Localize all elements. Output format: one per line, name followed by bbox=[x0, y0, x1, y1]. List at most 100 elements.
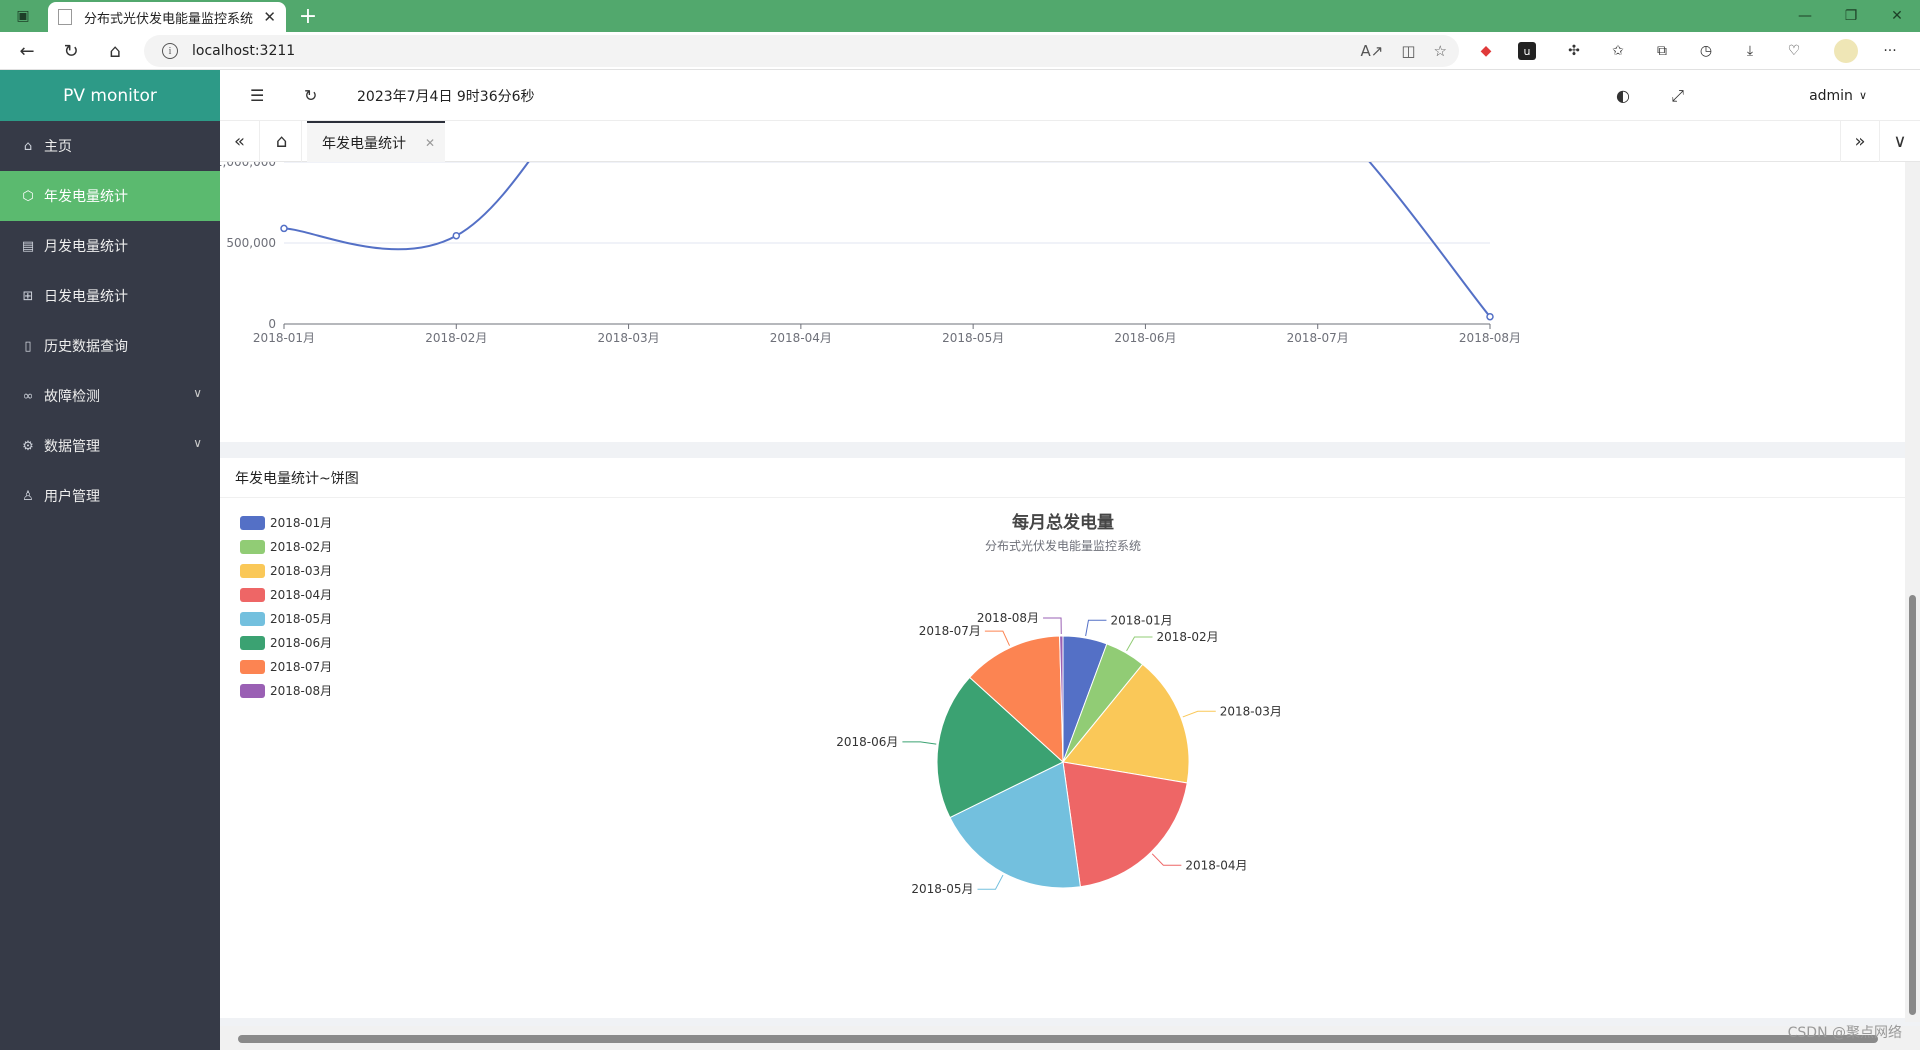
scroll-right-icon[interactable]: » bbox=[1840, 121, 1880, 162]
browser-tab-title: 分布式光伏发电能量监控系统 bbox=[84, 11, 254, 27]
pie-title: 每月总发电量 bbox=[1012, 512, 1114, 533]
pie-chart-card: 年发电量统计~饼图 2018-01月 2018-02月 2018-03月 2018-0… bbox=[220, 458, 1905, 1018]
favorites-icon[interactable]: ✩ bbox=[1606, 39, 1630, 63]
tag-active-label: 年发电量统计 bbox=[322, 135, 406, 152]
scroll-left-icon[interactable]: « bbox=[220, 121, 260, 162]
browser-tabstrip: ▣ 分布式光伏发电能量监控系统 ✕ + — ❐ ✕ bbox=[0, 0, 1920, 32]
home-tag-icon[interactable]: ⌂ bbox=[262, 121, 302, 162]
slice-label: 2018-05月 bbox=[911, 882, 973, 896]
legend-label: 2018-08月 bbox=[270, 684, 332, 698]
theme-palette-icon[interactable]: ◐ bbox=[1616, 70, 1630, 121]
browser-toolbar: ← ↻ ⌂ i localhost:3211 A↗ ◫ ☆ ◆ u ✣ ✩ ⧉ … bbox=[0, 32, 1920, 70]
vertical-scrollbar[interactable] bbox=[1905, 162, 1920, 1022]
extensions-puzzle-icon[interactable]: ✣ bbox=[1562, 39, 1586, 63]
sidebar-item-0[interactable]: ⌂ 主页 bbox=[0, 121, 220, 171]
sidebar-item-label: 月发电量统计 bbox=[44, 239, 128, 255]
chevron-down-icon: ∨ bbox=[193, 386, 202, 400]
grid-plus-icon: ⊞ bbox=[22, 288, 34, 304]
close-tab-icon[interactable]: ✕ bbox=[263, 8, 276, 26]
label-leader bbox=[977, 874, 1004, 890]
link-icon: ∞ bbox=[22, 388, 34, 404]
slice-label: 2018-06月 bbox=[836, 735, 898, 749]
sidebar-item-6[interactable]: ⚙ 数据管理 ∨ bbox=[0, 421, 220, 471]
pie-slice bbox=[1062, 761, 1188, 888]
sidebar-item-label: 故障检测 bbox=[44, 389, 100, 405]
horizontal-scroll-thumb[interactable] bbox=[238, 1035, 1878, 1043]
tags-menu-chevron-icon[interactable]: ∨ bbox=[1880, 121, 1920, 162]
vertical-scroll-thumb[interactable] bbox=[1909, 595, 1916, 1015]
reload-icon[interactable]: ↻ bbox=[56, 36, 86, 66]
legend-label: 2018-04月 bbox=[270, 588, 332, 602]
x-tick-label: 2018-03月 bbox=[598, 331, 660, 345]
legend-swatch bbox=[240, 564, 265, 578]
collections-icon[interactable]: ⧉ bbox=[1650, 39, 1674, 63]
data-point bbox=[1486, 312, 1494, 321]
user-dropdown[interactable]: admin ∨ bbox=[1809, 70, 1867, 121]
profile-avatar[interactable] bbox=[1834, 39, 1858, 63]
fullscreen-icon[interactable]: ⤢ bbox=[1671, 70, 1684, 121]
extension-red-icon[interactable]: ◆ bbox=[1474, 39, 1498, 63]
sidebar-item-5[interactable]: ∞ 故障检测 ∨ bbox=[0, 371, 220, 421]
sidebar-item-4[interactable]: ▯ 历史数据查询 bbox=[0, 321, 220, 371]
collapse-menu-icon[interactable]: ☰ bbox=[250, 70, 264, 121]
history-icon[interactable]: ◷ bbox=[1694, 39, 1718, 63]
y-tick-label: 1,000,000 bbox=[220, 162, 276, 169]
sidebar-item-label: 历史数据查询 bbox=[44, 339, 128, 355]
new-tab-button[interactable]: + bbox=[294, 2, 322, 30]
tag-active[interactable]: 年发电量统计 ✕ bbox=[307, 121, 445, 162]
address-bar[interactable]: i localhost:3211 A↗ ◫ ☆ bbox=[144, 35, 1459, 67]
favorite-star-icon[interactable]: ☆ bbox=[1434, 42, 1447, 60]
tag-close-icon[interactable]: ✕ bbox=[425, 136, 435, 150]
legend-swatch bbox=[240, 540, 265, 554]
document-icon: ▯ bbox=[24, 338, 32, 354]
book-icon: ▤ bbox=[21, 238, 35, 254]
data-point bbox=[452, 231, 461, 240]
download-icon[interactable]: ⤓ bbox=[1738, 39, 1762, 63]
x-tick-label: 2018-08月 bbox=[1459, 331, 1521, 345]
slice-label: 2018-03月 bbox=[1220, 704, 1282, 718]
line-chart: 0 500,000 1,000,000 2018-01月 2018-02月 2018-03… bbox=[220, 162, 1521, 345]
extension-u-icon[interactable]: u bbox=[1518, 42, 1536, 60]
x-tick-label: 2018-06月 bbox=[1114, 331, 1176, 345]
back-icon[interactable]: ← bbox=[12, 36, 42, 66]
read-aloud-icon[interactable]: A↗ bbox=[1361, 42, 1384, 60]
close-window-icon[interactable]: ✕ bbox=[1874, 0, 1920, 32]
performance-icon[interactable]: ♡ bbox=[1782, 39, 1806, 63]
legend-label: 2018-05月 bbox=[270, 612, 332, 626]
minimize-icon[interactable]: — bbox=[1782, 0, 1828, 32]
sidebar-item-7[interactable]: ♙ 用户管理 bbox=[0, 471, 220, 521]
legend-label: 2018-06月 bbox=[270, 636, 332, 650]
legend-swatch bbox=[240, 660, 265, 674]
pie-card-title: 年发电量统计~饼图 bbox=[220, 458, 1905, 498]
home-icon: ⌂ bbox=[23, 138, 33, 154]
line-series bbox=[283, 162, 1491, 318]
horizontal-scrollbar[interactable] bbox=[220, 1026, 1920, 1050]
sidebar-item-3[interactable]: ⊞ 日发电量统计 bbox=[0, 271, 220, 321]
url-text: localhost:3211 bbox=[192, 43, 296, 59]
label-leader bbox=[984, 630, 1011, 646]
sidebar-item-1[interactable]: ⬡ 年发电量统计 bbox=[0, 171, 220, 221]
username: admin bbox=[1809, 87, 1853, 104]
sidebar-item-label: 年发电量统计 bbox=[44, 189, 128, 205]
home-browser-icon[interactable]: ⌂ bbox=[100, 36, 130, 66]
restore-icon[interactable]: ❐ bbox=[1828, 0, 1874, 32]
reader-view-icon[interactable]: ◫ bbox=[1401, 42, 1415, 60]
refresh-icon[interactable]: ↻ bbox=[304, 70, 317, 121]
x-tick-label: 2018-02月 bbox=[425, 331, 487, 345]
slice-label: 2018-08月 bbox=[977, 611, 1039, 625]
x-tick-label: 2018-05月 bbox=[942, 331, 1004, 345]
slice-label: 2018-07月 bbox=[919, 624, 981, 638]
label-leader bbox=[1085, 619, 1107, 637]
main-content: 0 500,000 1,000,000 2018-01月 2018-02月 2018-03… bbox=[220, 162, 1920, 1050]
more-menu-icon[interactable]: ··· bbox=[1878, 39, 1902, 63]
site-info-icon[interactable]: i bbox=[162, 43, 178, 59]
tab-actions-icon[interactable]: ▣ bbox=[0, 0, 46, 32]
browser-tab[interactable]: 分布式光伏发电能量监控系统 ✕ bbox=[48, 2, 286, 32]
y-tick-label: 0 bbox=[268, 317, 276, 331]
label-leader bbox=[902, 741, 937, 745]
label-leader bbox=[1126, 636, 1153, 652]
sidebar-item-2[interactable]: ▤ 月发电量统计 bbox=[0, 221, 220, 271]
sidebar-item-label: 主页 bbox=[44, 139, 72, 155]
pie-chart: 2018-01月 2018-02月 2018-03月 2018-04月 2018-05月… bbox=[240, 512, 1282, 896]
user-icon: ♙ bbox=[22, 488, 34, 504]
